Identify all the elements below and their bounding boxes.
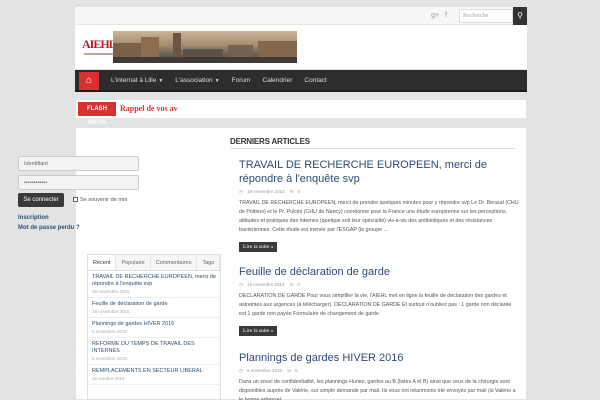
article-meta: ◷ 19 novembre 2015 ✉ 0: [239, 189, 519, 195]
article: Feuille de déclaration de garde ◷ 19 nove…: [239, 265, 519, 337]
logo-text: AIEHL: [82, 37, 117, 51]
comment-icon: ✉: [289, 282, 294, 287]
article: Plannings de gardes HIVER 2016 ◷ 5 novemb…: [239, 351, 519, 400]
login-widget: Identifiant •••••••••••• Se connecter Se…: [11, 150, 145, 245]
list-item-title[interactable]: TRAVAIL DE RECHERCHE EUROPEEN, merci de …: [92, 274, 216, 288]
google-plus-icon[interactable]: g+: [431, 12, 439, 19]
flash-text[interactable]: Rappel de vos av: [120, 104, 178, 113]
article: TRAVAIL DE RECHERCHE EUROPEEN, merci de …: [239, 158, 519, 253]
list-item-date: 19 novembre 2015: [92, 309, 130, 314]
clock-icon: ◷: [239, 368, 243, 373]
search-input[interactable]: Recherche: [459, 9, 513, 23]
remember-me[interactable]: Se souvenir de moi: [73, 197, 127, 203]
article-title[interactable]: Plannings de gardes HIVER 2016: [239, 351, 519, 365]
top-bar: g+ f Recherche ⚲: [75, 7, 527, 25]
chevron-down-icon: ▼: [158, 78, 164, 84]
article-meta: ◷ 19 novembre 2015 ✉ 0: [239, 282, 519, 288]
tabs-widget: Récent Populaire Commentaires Tags TRAVA…: [87, 254, 221, 400]
nav-item-association[interactable]: L'association ▼: [169, 70, 225, 92]
list-item[interactable]: Feuille de déclaration de garde 19 novem…: [88, 298, 220, 318]
main-navigation: ⌂ L'internat à Lille ▼ L'association ▼ For…: [75, 70, 527, 92]
article-excerpt: TRAVAIL DE RECHERCHE EUROPEEN, merci de …: [239, 200, 519, 233]
article-date: 19 novembre 2015: [246, 189, 285, 194]
login-button[interactable]: Se connecter: [18, 193, 64, 207]
search-icon[interactable]: ⚲: [513, 7, 527, 25]
list-item[interactable]: Plannings de gardes HIVER 2016 5 novembr…: [88, 318, 220, 338]
password-field[interactable]: ••••••••••••: [18, 175, 139, 190]
list-item-date: 3 novembre 2015: [92, 356, 128, 361]
remember-checkbox[interactable]: [73, 197, 78, 203]
comment-icon: ✉: [287, 368, 292, 373]
social-links: g+ f: [427, 12, 447, 19]
article-comments[interactable]: 0: [298, 282, 301, 287]
read-more-button[interactable]: Lire la suite »: [239, 326, 278, 336]
read-more-button[interactable]: Lire la suite »: [239, 242, 278, 252]
forgot-password-link[interactable]: Mot de passe perdu ?: [18, 225, 80, 231]
tab-comments[interactable]: Commentaires: [151, 255, 198, 270]
nav-item-internat[interactable]: L'internat à Lille ▼: [105, 70, 169, 92]
list-item-date: 19 novembre 2015: [92, 289, 130, 294]
register-link[interactable]: Inscription: [18, 215, 49, 221]
article-excerpt: Dans un souci de confidentialité, les pl…: [239, 379, 516, 400]
home-icon[interactable]: ⌂: [79, 72, 99, 90]
article-comments[interactable]: 0: [298, 189, 301, 194]
section-title: Derniers articles: [230, 137, 310, 146]
nav-menu: L'internat à Lille ▼ L'association ▼ Forum…: [105, 70, 333, 92]
article-excerpt: DECLARATION DE GARDE Pour vous simplifie…: [239, 293, 512, 317]
logo-underline: [84, 53, 114, 55]
facebook-icon[interactable]: f: [445, 12, 447, 19]
clock-icon: ◷: [239, 282, 243, 287]
username-field[interactable]: Identifiant: [18, 156, 139, 171]
article-title[interactable]: Feuille de déclaration de garde: [239, 265, 519, 279]
comment-icon: ✉: [289, 189, 294, 194]
article-comments[interactable]: 6: [295, 368, 298, 373]
list-item-title[interactable]: Feuille de déclaration de garde: [92, 301, 216, 308]
article-meta: ◷ 5 novembre 2015 ✉ 6: [239, 368, 519, 374]
list-item[interactable]: REFORME DU TEMPS DE TRAVAIL DES INTERNES…: [88, 338, 220, 365]
site-header: AIEHL: [75, 25, 527, 69]
list-item-title[interactable]: Plannings de gardes HIVER 2016: [92, 321, 216, 328]
tab-tags[interactable]: Tags: [197, 255, 221, 270]
list-item-title[interactable]: REFORME DU TEMPS DE TRAVAIL DES INTERNES: [92, 341, 216, 355]
article-title[interactable]: TRAVAIL DE RECHERCHE EUROPEEN, merci de …: [239, 158, 519, 186]
nav-item-forum[interactable]: Forum: [226, 70, 257, 92]
article-date: 5 novembre 2015: [246, 368, 282, 373]
flash-news-bar: FLASH INFOS Rappel de vos av: [75, 99, 527, 126]
clock-icon: ◷: [239, 189, 243, 194]
tab-popular[interactable]: Populaire: [116, 255, 151, 270]
list-item-title[interactable]: REMPLACEMENTS EN SECTEUR LIBERAL: [92, 368, 216, 375]
list-item-date: 16 octobre 2015: [92, 376, 125, 381]
tab-recent[interactable]: Récent: [88, 255, 117, 270]
flash-label: FLASH INFOS: [78, 102, 116, 126]
section-divider: [230, 148, 515, 149]
nav-item-calendrier[interactable]: Calendrier: [256, 70, 298, 92]
site-logo[interactable]: AIEHL: [82, 31, 117, 61]
chevron-down-icon: ▼: [214, 78, 220, 84]
list-item[interactable]: REMPLACEMENTS EN SECTEUR LIBERAL 16 octo…: [88, 365, 220, 385]
nav-item-contact[interactable]: Contact: [298, 70, 332, 92]
list-item-date: 5 novembre 2015: [92, 329, 128, 334]
article-date: 19 novembre 2015: [246, 282, 285, 287]
tab-bar: Récent Populaire Commentaires Tags: [88, 255, 221, 271]
header-banner-image: [113, 31, 297, 63]
list-item[interactable]: TRAVAIL DE RECHERCHE EUROPEEN, merci de …: [88, 271, 220, 298]
